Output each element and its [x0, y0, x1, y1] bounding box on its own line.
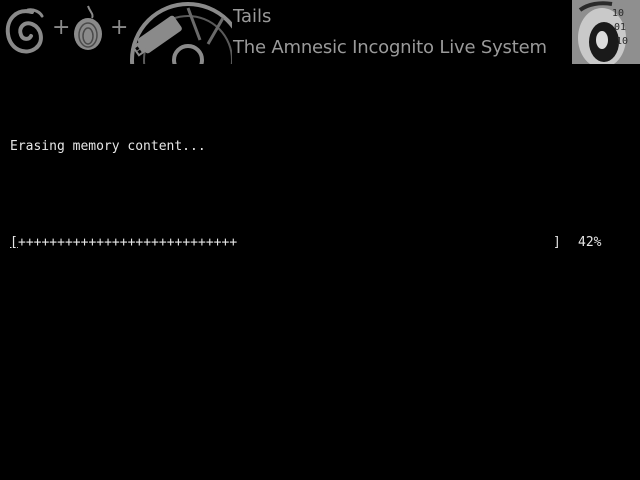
progress-close-bracket: ]	[553, 235, 561, 250]
plus-sign-1: +	[52, 15, 71, 40]
tor-onion-icon	[74, 5, 102, 50]
tails-mascot-icon: 10 01 10	[578, 1, 628, 64]
progress-fill: ++++++++++++++++++++++++++++	[18, 235, 238, 250]
binary-digits-2: 01	[614, 22, 626, 33]
binary-digits-3: 10	[616, 36, 628, 47]
status-message: Erasing memory content...	[10, 139, 206, 154]
banner-title: Tails	[233, 6, 272, 27]
usb-stick-cd-icon	[130, 2, 232, 64]
plus-sign-2: +	[110, 15, 129, 40]
memory-erase-progress-bar: [ ++++++++++++++++++++++++++++ ] 42%	[10, 235, 610, 251]
banner-subtitle: The Amnesic Incognito Live System	[233, 37, 547, 58]
progress-open-bracket: [	[10, 235, 18, 250]
tails-mascot-panel: 10 01 10	[572, 0, 640, 64]
progress-percent: 42%	[578, 235, 602, 250]
binary-digits-1: 10	[612, 8, 624, 19]
tails-banner: + + Tails The Amnesic Incognito Live Sys…	[0, 0, 640, 64]
debian-swirl-icon	[5, 8, 44, 54]
